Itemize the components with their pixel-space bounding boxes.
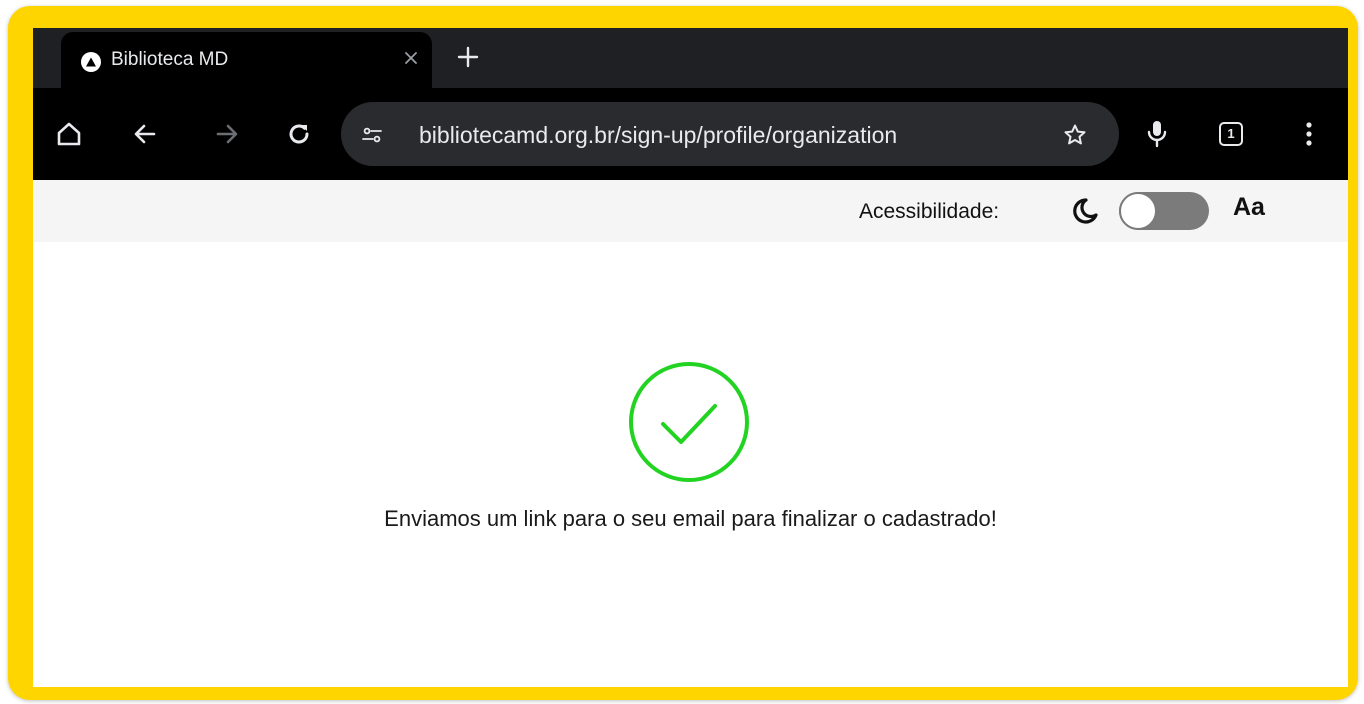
close-icon[interactable] (397, 44, 425, 72)
kebab-menu-icon[interactable] (1291, 116, 1327, 152)
browser-window: Biblioteca MD bibliotecamd.org.br/sign-u… (33, 28, 1348, 687)
check-circle-icon (627, 360, 751, 484)
triangle-logo-icon (81, 52, 101, 72)
tab-title: Biblioteca MD (111, 49, 229, 70)
tab-switcher-button[interactable]: 1 (1213, 116, 1249, 152)
reload-icon[interactable] (281, 116, 317, 152)
url-text[interactable]: bibliotecamd.org.br/sign-up/profile/orga… (419, 120, 897, 150)
microphone-icon[interactable] (1139, 116, 1175, 152)
address-bar[interactable]: bibliotecamd.org.br/sign-up/profile/orga… (341, 102, 1119, 166)
home-icon[interactable] (51, 116, 87, 152)
accessibility-bar: Acessibilidade: Aa (33, 180, 1348, 242)
accessibility-label: Acessibilidade: (859, 200, 1000, 223)
arrow-left-icon[interactable] (127, 116, 163, 152)
tab-count: 1 (1227, 126, 1235, 141)
moon-icon (1069, 195, 1101, 227)
plus-icon[interactable] (453, 42, 483, 72)
font-size-button[interactable]: Aa (1233, 192, 1265, 222)
toggle-knob (1119, 192, 1157, 230)
tab-strip: Biblioteca MD (33, 28, 1348, 88)
confirmation-message: Enviamos um link para o seu email para f… (384, 506, 997, 531)
arrow-right-icon[interactable] (209, 116, 245, 152)
tab-biblioteca-md[interactable]: Biblioteca MD (61, 32, 432, 88)
tune-icon[interactable] (359, 122, 385, 148)
dark-mode-toggle[interactable] (1119, 192, 1209, 230)
browser-toolbar: bibliotecamd.org.br/sign-up/profile/orga… (33, 88, 1348, 180)
star-icon[interactable] (1061, 121, 1089, 149)
